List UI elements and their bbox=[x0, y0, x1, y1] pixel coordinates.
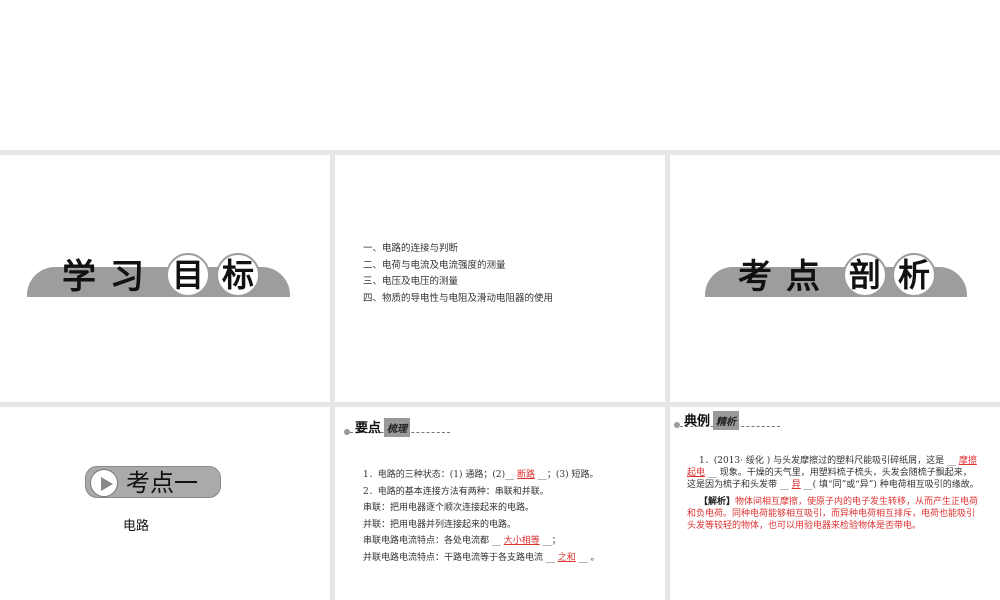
outline-item: 四、物质的导电性与电阻及滑动电阻器的使用 bbox=[363, 292, 554, 304]
title-char: 学 bbox=[62, 257, 96, 297]
slide-example[interactable]: 典例 精析 1．(2013· 绥化 ) 与头发摩擦过的塑料尺能吸引碎纸屑，这是 _… bbox=[670, 407, 1000, 600]
section-heading: 要点 梳理 bbox=[355, 417, 411, 437]
key-points-text: 1．电路的三种状态：(1) 通路；(2)__ 断路 __；(3) 短路。 2．电… bbox=[363, 470, 600, 563]
play-icon bbox=[90, 469, 118, 497]
title-char: 点 bbox=[786, 257, 820, 297]
slide-outline[interactable]: 一、电路的连接与判断 二、电荷与电流及电流强度的测量 三、电压及电压的测量 四、… bbox=[335, 155, 665, 402]
topic-name: 电路 bbox=[123, 519, 150, 534]
topic-badge-label: 考点一 bbox=[126, 469, 198, 497]
title-char-circle: 析 bbox=[892, 253, 936, 297]
slide-learning-goals[interactable]: 学 习 目 标 bbox=[0, 155, 330, 402]
slide-topic-one[interactable] bbox=[0, 407, 330, 600]
outline-item: 三、电压及电压的测量 bbox=[363, 276, 459, 287]
section-heading: 典例 精析 bbox=[684, 410, 740, 430]
bullet-dot bbox=[674, 422, 680, 428]
slide-key-points[interactable]: 要点 梳理 1．电路的三种状态：(1) 通路；(2)__ 断路 __；(3) 短路… bbox=[335, 407, 665, 600]
outline-item: 一、电路的连接与判断 bbox=[363, 243, 459, 254]
title-char-circle: 目 bbox=[166, 253, 210, 297]
topic-badge: 考点一 bbox=[85, 466, 221, 498]
blank-slide-area bbox=[0, 0, 1000, 150]
title-char-circle: 标 bbox=[216, 253, 260, 297]
analysis-text: 【解析】物体间相互摩擦，使原子内的电子发生转移，从而产生正电荷和负电荷。同种电荷… bbox=[687, 497, 979, 531]
title-char-circle: 剖 bbox=[843, 253, 887, 297]
slide-analysis-title[interactable]: 考 点 剖 析 bbox=[670, 155, 1000, 402]
outline-list: 一、电路的连接与判断 二、电荷与电流及电流强度的测量 三、电压及电压的测量 四、… bbox=[363, 241, 553, 307]
question-text: 1．(2013· 绥化 ) 与头发摩擦过的塑料尺能吸引碎纸屑，这是 __ 摩擦起… bbox=[687, 456, 979, 490]
outline-item: 二、电荷与电流及电流强度的测量 bbox=[363, 259, 506, 271]
title-char: 考 bbox=[738, 257, 772, 297]
title-char: 习 bbox=[110, 257, 144, 297]
